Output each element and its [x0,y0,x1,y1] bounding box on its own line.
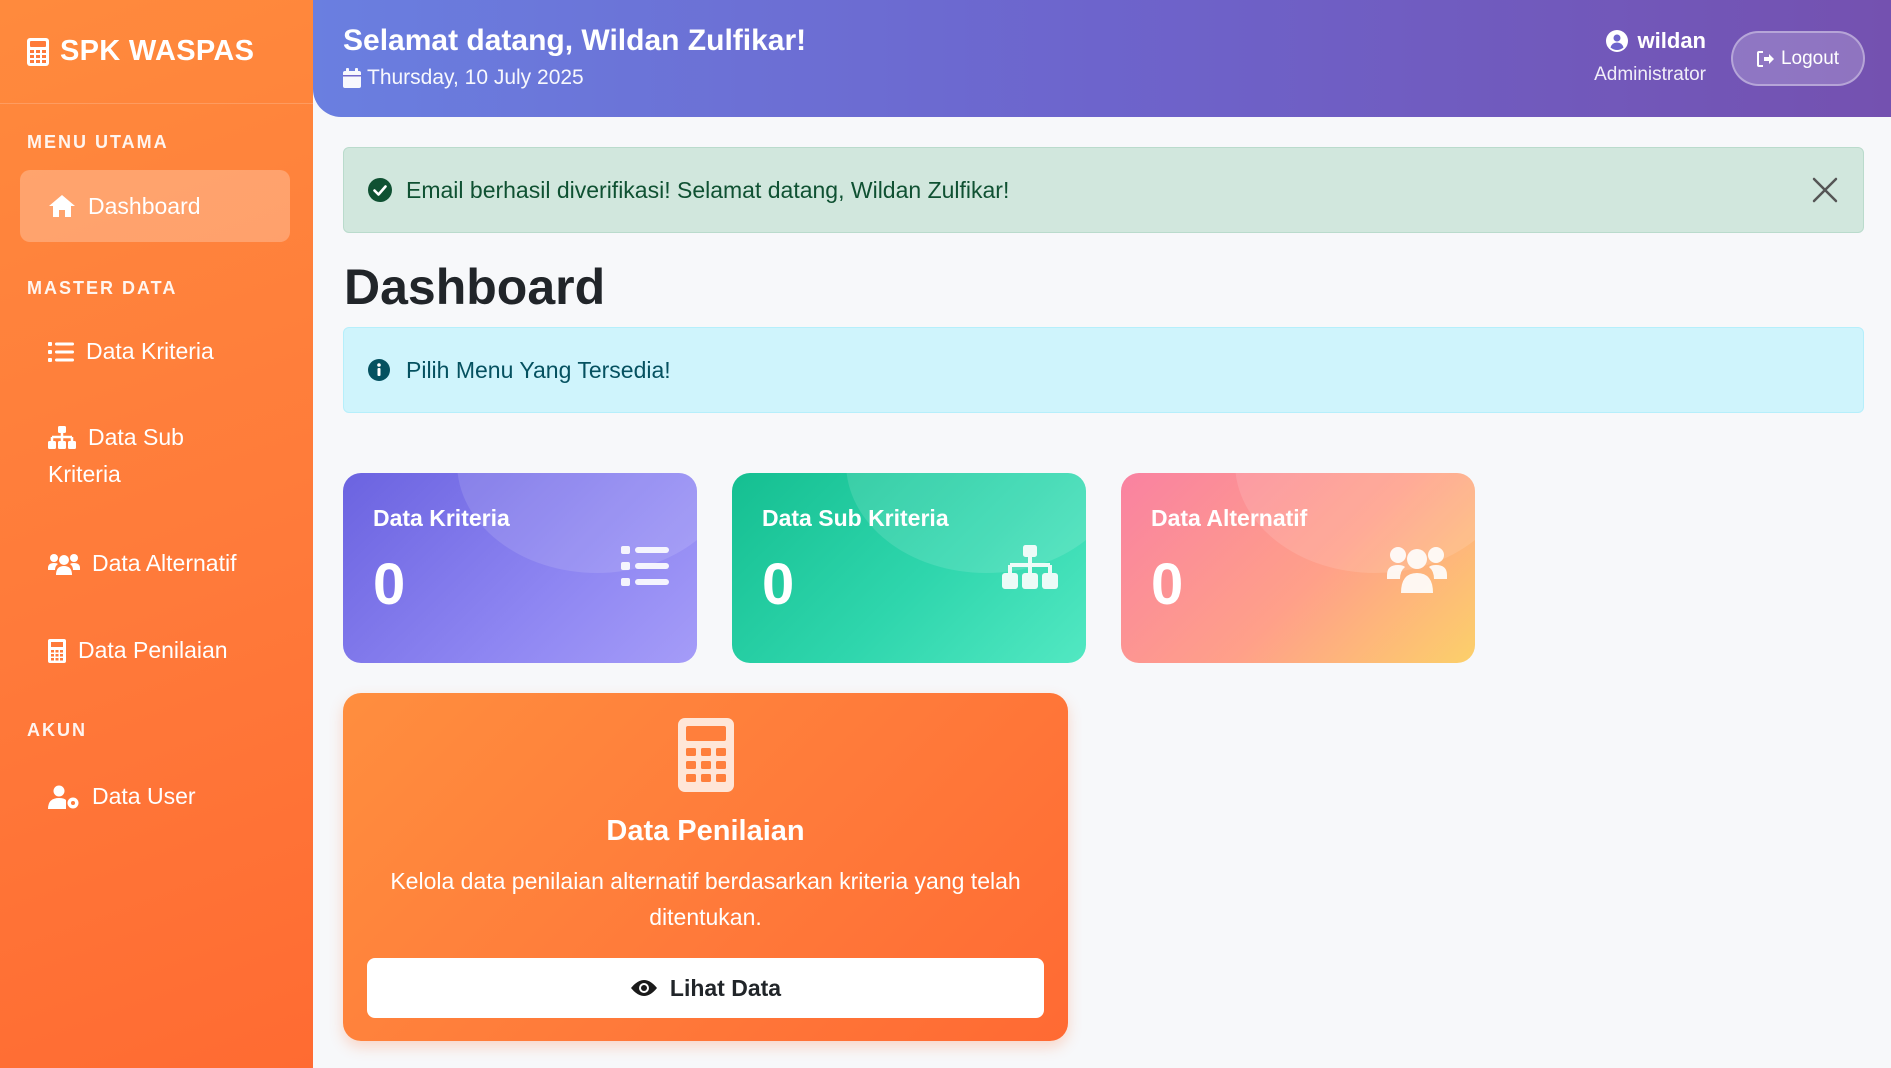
brand[interactable]: SPK WASPAS [0,0,313,104]
sidebar-item-data-penilaian[interactable]: Data Penilaian [20,637,290,664]
sitemap-icon [48,425,76,449]
brand-name: SPK WASPAS [60,35,255,67]
date-text: Thursday, 10 July 2025 [367,66,584,89]
calculator-icon [27,37,49,66]
welcome-message: Selamat datang, Wildan Zulfikar! [343,24,807,57]
stat-label: Data Sub Kriteria [762,505,949,531]
user-name: wildan [1594,28,1706,54]
sidebar: SPK WASPAS MENU UTAMA Dashboard MASTER D… [0,0,313,1068]
penilaian-description: Kelola data penilaian alternatif berdasa… [390,868,1021,930]
sidebar-item-label: Data Kriteria [86,338,214,364]
sidebar-item-data-user[interactable]: Data User [20,783,290,810]
list-icon [48,341,74,362]
section-title-akun: AKUN [27,720,87,740]
stat-card-data-sub-kriteria[interactable]: Data Sub Kriteria 0 [732,473,1086,663]
users-icon [48,553,80,575]
sidebar-item-label: Dashboard [88,192,201,219]
penilaian-title: Data Penilaian [606,815,805,847]
success-alert-text: Email berhasil diverifikasi! Selamat dat… [406,176,1010,203]
calendar-icon [343,68,361,88]
logout-button[interactable]: Logout [1731,31,1865,86]
page-title: Dashboard [344,259,606,315]
home-icon [49,195,75,217]
user-circle-icon [1605,30,1628,52]
stat-card-data-kriteria[interactable]: Data Kriteria 0 [343,473,697,663]
info-alert: Pilih Menu Yang Tersedia! [343,327,1864,413]
top-header: Selamat datang, Wildan Zulfikar! Thursda… [313,0,1891,117]
user-info: wildan Administrator [1594,28,1706,86]
sidebar-item-label-line2: Kriteria [48,461,121,487]
logout-label: Logout [1780,47,1840,69]
stat-card-data-alternatif[interactable]: Data Alternatif 0 [1121,473,1475,663]
sidebar-item-data-kriteria[interactable]: Data Kriteria [20,338,290,365]
success-alert: Email berhasil diverifikasi! Selamat dat… [343,147,1864,233]
sign-out-icon [1756,50,1774,67]
stat-value: 0 [1151,552,1184,617]
users-icon [1387,547,1447,593]
close-icon[interactable] [1811,176,1839,204]
sidebar-item-data-alternatif[interactable]: Data Alternatif [20,550,290,577]
check-circle-icon [368,178,392,202]
sidebar-item-label: Data Alternatif [92,550,237,576]
sidebar-item-label: Data User [92,783,196,809]
section-title-menu-utama: MENU UTAMA [27,132,169,152]
calculator-icon [678,718,734,792]
lihat-data-button[interactable]: Lihat Data [367,958,1044,1018]
lihat-data-label: Lihat Data [669,974,782,1001]
sidebar-item-dashboard[interactable]: Dashboard [20,170,290,242]
sidebar-item-label: Data Penilaian [78,637,228,663]
stat-value: 0 [762,552,795,617]
stat-label: Data Alternatif [1151,505,1308,531]
sidebar-item-label: Data Sub [88,424,184,450]
stat-label: Data Kriteria [373,505,510,531]
user-name-text: wildan [1637,28,1706,53]
info-alert-text: Pilih Menu Yang Tersedia! [406,356,671,383]
info-circle-icon [368,359,390,381]
sidebar-item-data-sub-kriteria[interactable]: Data Sub Kriteria [20,424,290,488]
user-role: Administrator [1594,64,1706,85]
eye-icon [630,980,657,996]
stat-value: 0 [373,552,406,617]
current-date: Thursday, 10 July 2025 [343,66,584,90]
user-gear-icon [48,785,79,809]
calculator-icon [48,638,66,663]
penilaian-card: Data Penilaian Kelola data penilaian alt… [343,693,1068,1041]
sitemap-icon [1002,545,1058,589]
section-title-master-data: MASTER DATA [27,278,178,298]
list-icon [621,546,669,586]
